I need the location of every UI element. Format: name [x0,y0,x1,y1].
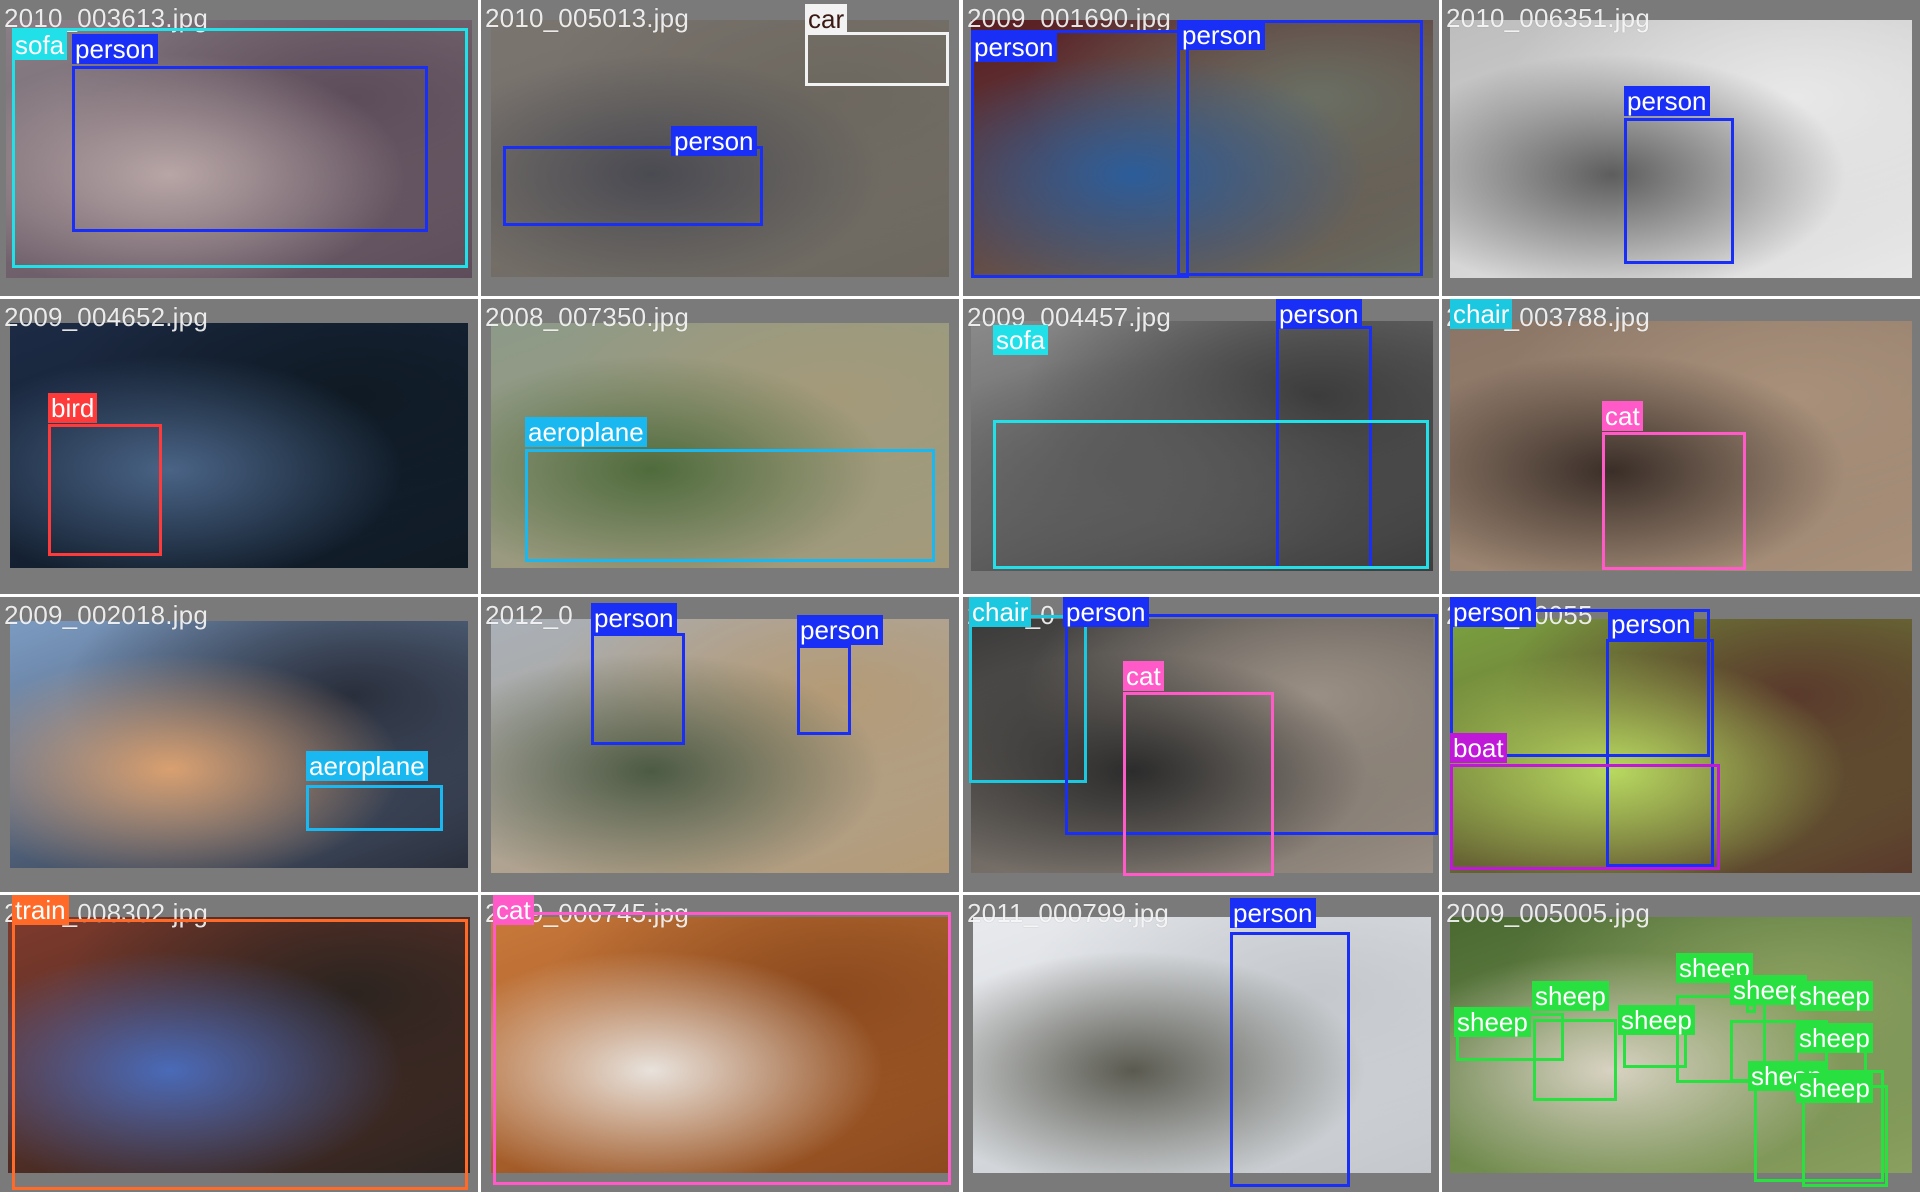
bounding-box-sheep [1533,1019,1617,1101]
box-label-sheep: sheep [1618,1005,1695,1035]
mosaic-tile: 2009_001690.jpg person person [963,0,1439,296]
bounding-box-cat [493,912,951,1185]
mosaic-tile: 2009_005005.jpg sheep sheep sheep sheep sheep… [1442,895,1920,1192]
box-label-sheep: sheep [1796,981,1873,1011]
bounding-box-aeroplane [306,785,443,831]
tile-filename: 2009_001690.jpg [967,3,1171,33]
bounding-box-person [971,30,1189,278]
box-label-chair: chair [1450,299,1513,329]
mosaic-tile: 2009_000745.jpg cat [481,895,959,1192]
mosaic-tile: 2008_008302.jpg train [0,895,478,1192]
bounding-box-person [591,633,685,745]
tile-filename: 2010_005013.jpg [485,3,689,33]
tile-filename: 2009_004652.jpg [4,302,208,332]
box-label-sofa: sofa [12,30,68,60]
mosaic-tile: 2010_006351.jpgperson [1442,0,1920,296]
bounding-box-person [503,146,763,226]
tile-filename: 2010_006351.jpg [1446,3,1650,33]
box-label-person: person [1624,86,1710,116]
box-label-person: person [971,32,1057,62]
bounding-box-car [805,32,949,86]
box-label-sofa: sofa [993,325,1049,355]
box-label-person: person [1063,597,1149,627]
bounding-box-aeroplane [525,449,935,562]
tile-filename: 2011_000799.jpg [967,898,1170,928]
bounding-box-sofa [993,420,1429,569]
bounding-box-person [797,645,851,735]
tile-photo [491,619,949,873]
box-label-sheep: sheep [1796,1073,1873,1103]
mosaic-tile: 2009_004652.jpgbird [0,299,478,594]
box-label-aeroplane: aeroplane [306,751,428,781]
box-label-person: person [671,126,757,156]
mosaic-tile: 2007_003788.jpg chair cat [1442,299,1920,594]
tile-filename: 2012_0 [485,600,573,630]
mosaic-tile: 2009_002018.jpg aeroplane [0,597,478,892]
bounding-box-boat [1450,764,1720,870]
mosaic-tile: 2010_00055personpersonboat [1442,597,1920,892]
box-label-cat: cat [493,895,534,925]
box-label-car: car [805,4,848,34]
bounding-box-train [12,919,468,1190]
box-label-sheep: sheep [1532,981,1609,1011]
box-label-cat: cat [1123,661,1164,691]
detection-mosaic: 2010_003613.jpg sofa person 2010_005013.jpg… [0,0,1920,1192]
box-label-person: person [1276,299,1362,329]
mosaic-tile: 2011_000799.jpg person [963,895,1439,1192]
box-label-bird: bird [48,393,98,423]
box-label-sheep: sheep [1454,1007,1531,1037]
bounding-box-cat [1123,692,1274,876]
box-label-person: person [797,615,883,645]
bounding-box-person [1230,932,1350,1187]
bounding-box-bird [48,424,162,556]
tile-filename: 2009_005005.jpg [1446,898,1650,928]
bounding-box-cat [1602,432,1746,570]
tile-filename: 2008_007350.jpg [485,302,689,332]
tile-filename: 2009_002018.jpg [4,600,208,630]
box-label-person: person [1450,597,1536,627]
mosaic-tile: 2010_003613.jpg sofa person [0,0,478,296]
mosaic-tile: 2009_004457.jpg person sofa [963,299,1439,594]
mosaic-tile: 2009_0chairpersoncat [963,597,1439,892]
box-label-sheep: sheep [1796,1023,1873,1053]
tile-photo [973,917,1431,1173]
mosaic-tile: 2012_0 person person [481,597,959,892]
box-label-person: person [1608,609,1694,639]
box-label-person: person [591,603,677,633]
bounding-box-person [1177,20,1423,276]
box-label-person: person [1179,20,1265,50]
box-label-aeroplane: aeroplane [525,417,647,447]
mosaic-tile: 2008_007350.jpg aeroplane [481,299,959,594]
box-label-boat: boat [1450,733,1507,763]
bounding-box-person [72,66,428,232]
box-label-cat: cat [1602,401,1643,431]
box-label-person: person [72,34,158,64]
box-label-chair: chair [969,597,1032,627]
box-label-person: person [1230,898,1316,928]
box-label-train: train [12,895,69,925]
bounding-box-person [1624,118,1734,264]
mosaic-tile: 2010_005013.jpg car person [481,0,959,296]
